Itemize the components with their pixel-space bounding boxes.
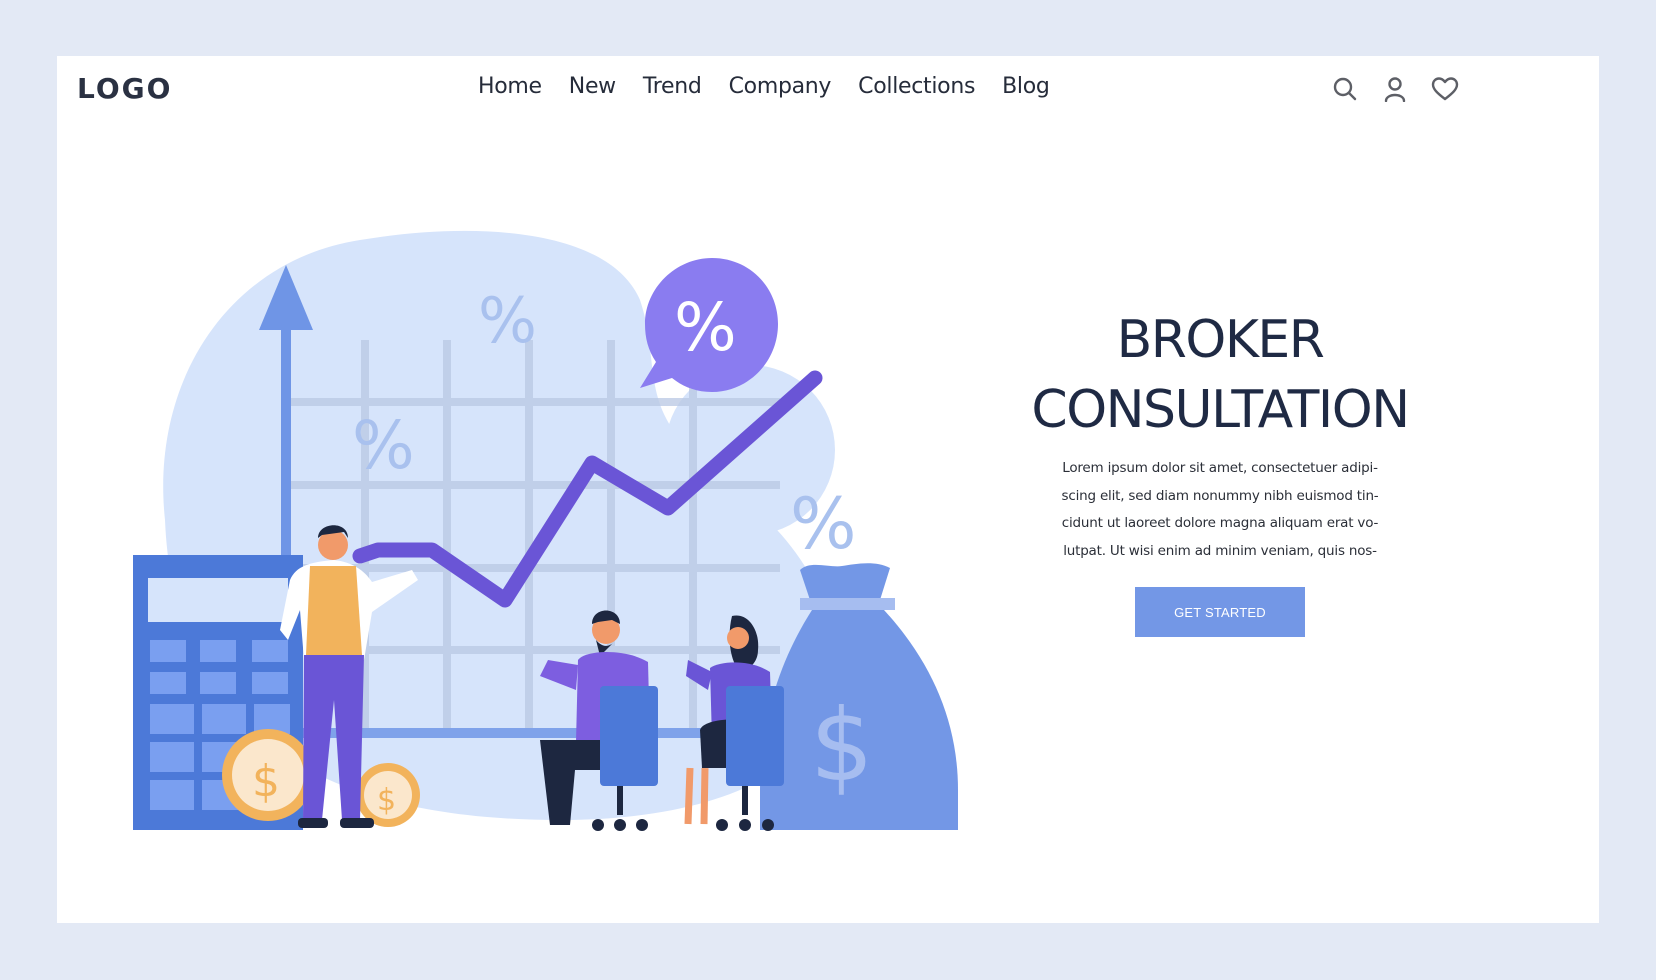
hero-description-line: Lorem ipsum dolor sit amet, consectetuer… [1062, 460, 1378, 476]
hero-description-line: cidunt ut laoreet dolore magna aliquam e… [1061, 515, 1379, 531]
get-started-button[interactable]: GET STARTED [1135, 587, 1305, 637]
svg-text:$: $ [810, 687, 874, 804]
nav-trend[interactable]: Trend [643, 74, 702, 99]
svg-text:$: $ [377, 783, 396, 818]
percent-mark: % [478, 284, 537, 357]
nav-new[interactable]: New [569, 74, 616, 99]
hero-title: BROKER CONSULTATION [990, 305, 1450, 445]
account-button[interactable] [1380, 74, 1410, 104]
favorites-button[interactable] [1430, 74, 1460, 104]
header-icons [1330, 74, 1460, 104]
hero-description-line: scing elit, sed diam nonummy nibh euismo… [1061, 487, 1379, 504]
search-button[interactable] [1330, 74, 1360, 104]
hero-section: BROKER CONSULTATION Lorem ipsum dolor si… [990, 305, 1450, 637]
hero-title-line-2: CONSULTATION [1031, 380, 1410, 440]
nav-home[interactable]: Home [478, 74, 542, 99]
nav-blog[interactable]: Blog [1002, 74, 1050, 99]
coin-small: $ [356, 763, 420, 827]
user-icon [1384, 77, 1406, 102]
nav-collections[interactable]: Collections [858, 74, 975, 99]
broker-illustration: % % % % $ $ $ [133, 230, 958, 831]
svg-text:$: $ [252, 756, 280, 807]
nav-company[interactable]: Company [729, 74, 832, 99]
percent-mark: % [790, 483, 857, 565]
heart-icon [1431, 77, 1459, 101]
hero-description-line: lutpat. Ut wisi enim ad minim veniam, qu… [1063, 542, 1377, 559]
main-nav: Home New Trend Company Collections Blog [478, 74, 1050, 99]
hero-description: Lorem ipsum dolor sit amet, consectetuer… [1055, 455, 1385, 565]
hero-title-line-1: BROKER [1116, 310, 1325, 370]
search-icon [1333, 77, 1357, 101]
coin-large: $ [222, 729, 314, 821]
percent-mark: % [352, 407, 415, 484]
logo[interactable]: LOGO [77, 72, 172, 105]
percent-icon: % [674, 289, 737, 366]
